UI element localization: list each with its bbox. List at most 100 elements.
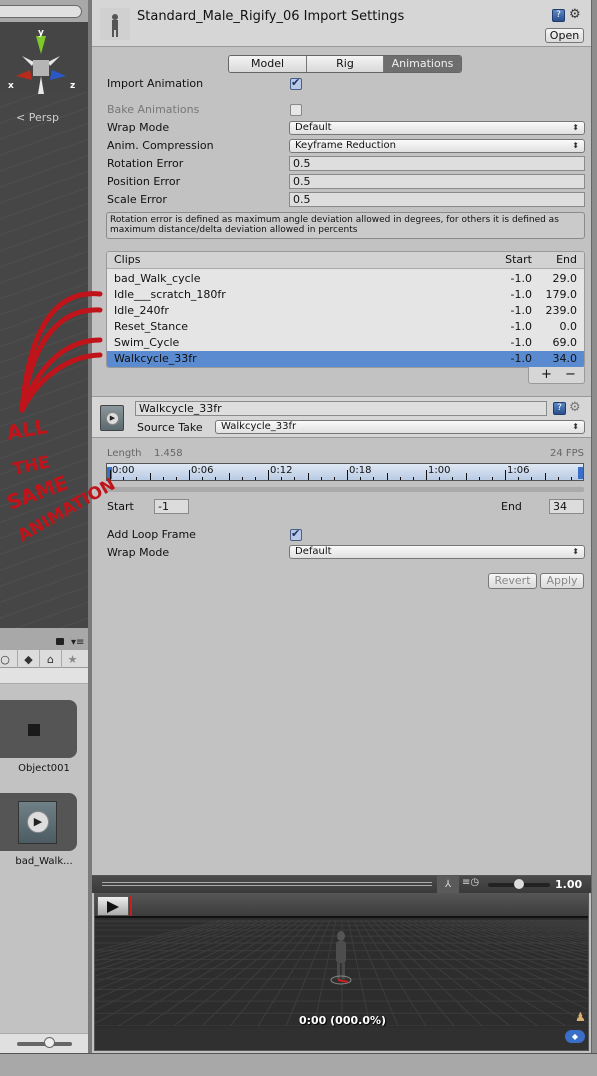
clip-wrap-mode-dropdown[interactable]: Default ⬍ bbox=[289, 545, 585, 559]
timeline-minor-tick bbox=[531, 477, 533, 480]
tab-animations[interactable]: Animations bbox=[384, 56, 461, 72]
rotation-error-input[interactable]: 0.5 bbox=[289, 156, 585, 171]
clip-row[interactable]: bad_Walk_cycle -1.0 29.0 bbox=[107, 271, 584, 287]
filter-by-type-icon[interactable]: ◆ bbox=[17, 650, 39, 668]
dropdown-arrow-icon: ⬍ bbox=[572, 547, 579, 556]
clip-name: Idle___scratch_180fr bbox=[114, 288, 226, 301]
clip-name-input[interactable]: Walkcycle_33fr bbox=[135, 401, 547, 416]
z-axis-cone[interactable] bbox=[50, 70, 66, 80]
timeline-major-tick bbox=[505, 470, 506, 480]
timeline-minor-tick bbox=[136, 477, 138, 480]
asset-object001[interactable] bbox=[0, 700, 77, 758]
gear-icon[interactable]: ⚙ bbox=[569, 7, 581, 22]
remove-clip-button[interactable]: − bbox=[565, 367, 576, 382]
timeline-minor-tick bbox=[465, 473, 467, 480]
clip-end: 69.0 bbox=[552, 336, 578, 349]
clip-start: -1.0 bbox=[510, 272, 532, 285]
tab-rig[interactable]: Rig bbox=[307, 56, 384, 72]
clip-row[interactable]: Idle___scratch_180fr -1.0 179.0 bbox=[107, 287, 584, 303]
panel-menu-icon[interactable]: ▾≡ bbox=[71, 637, 84, 648]
y-axis-cone[interactable] bbox=[36, 36, 46, 54]
timeline-minor-tick bbox=[399, 477, 401, 480]
x-axis-cone[interactable] bbox=[16, 70, 32, 80]
length-value: 1.458 bbox=[154, 448, 183, 459]
clips-header-name: Clips bbox=[114, 253, 141, 266]
timeline-major-tick bbox=[110, 470, 111, 480]
start-frame-input[interactable]: -1 bbox=[154, 499, 189, 514]
open-button[interactable]: Open bbox=[545, 28, 584, 43]
gear-icon[interactable]: ⚙ bbox=[569, 400, 581, 415]
filter-by-label-icon[interactable]: ⌂ bbox=[39, 650, 61, 668]
timeline-label: 1:06 bbox=[507, 465, 530, 476]
character-model bbox=[330, 931, 352, 985]
timeline-minor-tick bbox=[518, 477, 520, 480]
clip-end: 179.0 bbox=[545, 288, 578, 301]
clip-row[interactable]: Swim_Cycle -1.0 69.0 bbox=[107, 335, 584, 351]
projection-toggle[interactable]: < Persp bbox=[16, 111, 59, 124]
add-clip-button[interactable]: + bbox=[541, 367, 552, 382]
scene-view[interactable]: y x z < Persp bbox=[0, 0, 88, 628]
revert-button[interactable]: Revert bbox=[488, 573, 537, 589]
end-marker-handle[interactable] bbox=[578, 467, 583, 479]
timeline-minor-tick bbox=[254, 477, 256, 480]
clip-timeline[interactable]: 0:00 0:06 0:12 0:18 1:00 1:06 bbox=[106, 463, 584, 481]
wrap-mode-dropdown[interactable]: Default ⬍ bbox=[289, 121, 585, 135]
animation-preview[interactable]: 0:00 (000.0%) ♟ ◆ bbox=[94, 893, 589, 1051]
avatar-icon[interactable]: ♟ bbox=[575, 1010, 586, 1024]
search-icon[interactable]: ○ bbox=[0, 650, 16, 668]
clip-row[interactable]: Reset_Stance -1.0 0.0 bbox=[107, 319, 584, 335]
scale-error-input[interactable]: 0.5 bbox=[289, 192, 585, 207]
pivot-toggle-icon[interactable]: ⅄ bbox=[437, 876, 459, 893]
timeline-minor-tick bbox=[570, 477, 572, 480]
z-axis-label: z bbox=[70, 81, 75, 91]
import-animation-checkbox[interactable] bbox=[290, 76, 302, 90]
icon-size-slider-handle[interactable] bbox=[44, 1037, 55, 1048]
dropdown-arrow-icon: ⬍ bbox=[572, 123, 579, 132]
timeline-minor-tick bbox=[360, 477, 362, 480]
lock-icon[interactable] bbox=[56, 638, 64, 645]
clip-end: 29.0 bbox=[552, 272, 578, 285]
clip-row[interactable]: Walkcycle_33fr -1.0 34.0 bbox=[107, 351, 584, 367]
status-bar bbox=[0, 1053, 597, 1076]
clip-row[interactable]: Idle_240fr -1.0 239.0 bbox=[107, 303, 584, 319]
playback-speed-icon: ≡◷ bbox=[462, 877, 480, 888]
scale-error-label: Scale Error bbox=[107, 193, 167, 206]
timeline-minor-tick bbox=[452, 477, 454, 480]
center-cube[interactable] bbox=[33, 60, 49, 76]
play-button[interactable] bbox=[97, 896, 129, 916]
timeline-minor-tick bbox=[228, 473, 230, 480]
help-icon[interactable]: ? bbox=[553, 402, 566, 415]
playback-speed-value: 1.00 bbox=[555, 878, 583, 891]
bake-animations-label: Bake Animations bbox=[107, 103, 200, 116]
wrap-mode-value: Default bbox=[295, 122, 332, 133]
add-loop-frame-checkbox[interactable] bbox=[290, 527, 302, 541]
timeline-minor-tick bbox=[307, 473, 309, 480]
apply-button[interactable]: Apply bbox=[540, 573, 584, 589]
playhead[interactable] bbox=[130, 896, 132, 916]
timeline-scrollbar[interactable] bbox=[106, 487, 584, 492]
inspector-scrollbar[interactable] bbox=[591, 0, 597, 1053]
add-loop-frame-label: Add Loop Frame bbox=[107, 528, 196, 541]
project-footer bbox=[0, 1033, 88, 1053]
scene-search-field[interactable] bbox=[0, 5, 82, 18]
anim-compression-label: Anim. Compression bbox=[107, 139, 214, 152]
wrap-mode-label: Wrap Mode bbox=[107, 121, 170, 134]
bake-animations-checkbox[interactable] bbox=[290, 104, 302, 116]
position-error-input[interactable]: 0.5 bbox=[289, 174, 585, 189]
help-icon[interactable]: ? bbox=[552, 9, 565, 22]
timeline-minor-tick bbox=[241, 477, 243, 480]
anim-compression-dropdown[interactable]: Keyframe Reduction ⬍ bbox=[289, 139, 585, 153]
favorites-star-icon[interactable]: ★ bbox=[61, 650, 83, 668]
clip-end: 34.0 bbox=[552, 352, 578, 365]
tag-icon[interactable]: ◆ bbox=[565, 1030, 585, 1043]
mesh-cube-icon bbox=[28, 724, 40, 736]
timeline-label: 0:06 bbox=[191, 465, 214, 476]
preview-drag-handle[interactable] bbox=[102, 882, 432, 886]
asset-bad-walk-cycle[interactable]: ▶ bbox=[0, 793, 77, 851]
end-frame-input[interactable]: 34 bbox=[549, 499, 584, 514]
tab-model[interactable]: Model bbox=[229, 56, 307, 72]
source-take-dropdown[interactable]: Walkcycle_33fr ⬍ bbox=[215, 420, 585, 434]
playback-speed-slider-handle[interactable] bbox=[514, 879, 524, 889]
orientation-gizmo[interactable]: y x z bbox=[8, 28, 78, 98]
clip-start: -1.0 bbox=[510, 304, 532, 317]
